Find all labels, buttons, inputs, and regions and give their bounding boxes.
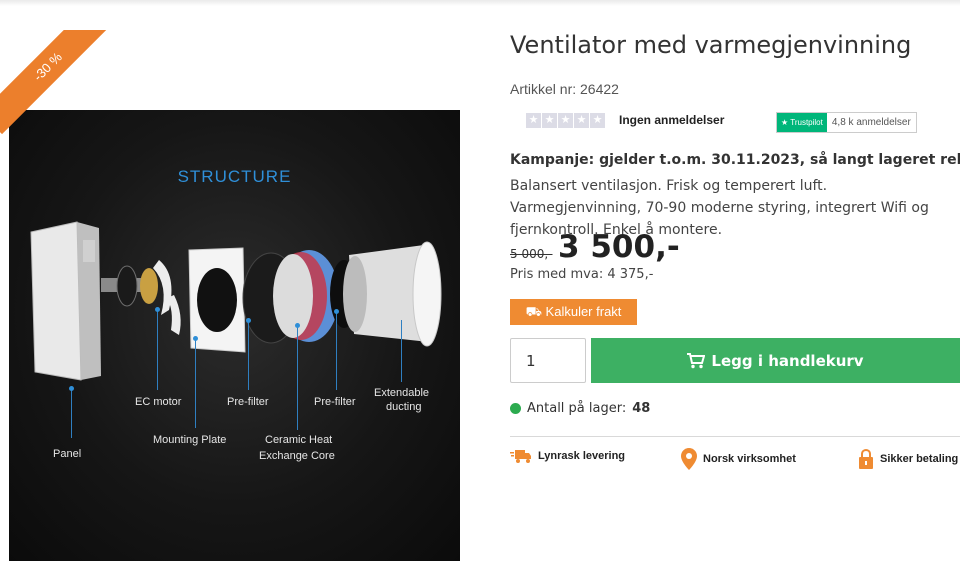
leader-dot-prefilter-1 [246, 318, 251, 323]
product-image[interactable]: STRUCTURE EC motor Pre-filter Pre-filter… [9, 110, 460, 561]
label-prefilter-1: Pre-filter [227, 396, 269, 408]
discount-badge: -30 % [0, 30, 110, 140]
stock-label: Antall på lager: [527, 401, 627, 416]
leader-dot-ceramic [295, 323, 300, 328]
label-prefilter-2: Pre-filter [314, 396, 356, 408]
current-price: 3 500,- [558, 229, 680, 265]
stock-status: Antall på lager: 48 [510, 401, 650, 416]
calculate-shipping-button[interactable]: ⛟ Kalkuler frakt [510, 299, 637, 325]
star-icon: ★ [590, 113, 605, 128]
padlock-icon [859, 448, 873, 469]
label-exchange-core: Exchange Core [259, 450, 335, 462]
usp-fast-delivery-label: Lynrask levering [538, 450, 626, 462]
cart-icon [687, 352, 706, 368]
price-with-vat: Pris med mva: 4 375,- [510, 267, 654, 282]
rating-stars[interactable]: ★ ★ ★ ★ ★ [526, 113, 605, 128]
label-ceramic-heat: Ceramic Heat [265, 434, 333, 446]
leader-line-panel [71, 388, 72, 438]
leader-line-prefilter-2 [336, 312, 337, 390]
usp-secure-payment-label: Sikker betaling [880, 453, 959, 465]
star-icon: ★ [574, 113, 589, 128]
quantity-input[interactable] [510, 338, 586, 383]
star-icon: ★ [558, 113, 573, 128]
label-mounting-plate: Mounting Plate [153, 434, 227, 446]
add-to-cart-label: Legg i handlekurv [711, 351, 864, 370]
trustpilot-widget[interactable]: ★ Trustpilot 4,8 k anmeldelser [776, 112, 917, 133]
label-ec-motor: EC motor [135, 396, 182, 408]
old-price: 5 000,- [510, 247, 553, 261]
leader-dot-plate [193, 336, 198, 341]
leader-dot-motor [155, 307, 160, 312]
usp-norwegian-business-label: Norsk virksomhet [703, 453, 796, 465]
no-reviews-label[interactable]: Ingen anmeldelser [619, 113, 724, 127]
header-shadow [0, 0, 960, 6]
label-panel: Panel [53, 448, 82, 460]
discount-badge-label: -30 % [0, 30, 110, 135]
ventilator-exploded-drawing [30, 221, 442, 381]
trustpilot-label: Trustpilot [790, 118, 823, 127]
in-stock-indicator-icon [510, 403, 521, 414]
truck-icon: ⛟ [525, 304, 542, 319]
usp-divider [510, 436, 960, 437]
article-number: Artikkel nr: 26422 [510, 81, 619, 97]
fast-truck-icon [510, 450, 531, 463]
trustpilot-star-icon: ★ [781, 118, 789, 127]
location-pin-icon [681, 448, 697, 470]
leader-line-plate [195, 338, 196, 428]
usp-secure-payment: Sikker betaling [858, 448, 958, 470]
calculate-shipping-label: Kalkuler frakt [545, 304, 622, 319]
label-extendable: Extendable [374, 387, 430, 399]
add-to-cart-button[interactable]: Legg i handlekurv [591, 338, 960, 383]
leader-dot-prefilter-2 [334, 309, 339, 314]
usp-norwegian-business: Norsk virksomhet [681, 448, 796, 470]
star-icon: ★ [542, 113, 557, 128]
leader-line-ceramic [297, 325, 298, 430]
stock-count: 48 [632, 401, 651, 416]
campaign-text: Kampanje: gjelder t.o.m. 30.11.2023, så … [510, 152, 960, 168]
trustpilot-count: 4,8 k anmeldelser [831, 117, 911, 128]
leader-line-motor [157, 310, 158, 390]
usp-fast-delivery: Lynrask levering [510, 448, 625, 464]
leader-line-prefilter-1 [248, 320, 249, 390]
label-ducting: ducting [386, 401, 422, 413]
product-title: Ventilator med varmegjenvinning [510, 31, 912, 59]
leader-dot-panel [69, 386, 74, 391]
star-icon: ★ [526, 113, 541, 128]
trustpilot-logo: ★ Trustpilot [777, 113, 827, 132]
leader-line-duct [401, 320, 402, 382]
